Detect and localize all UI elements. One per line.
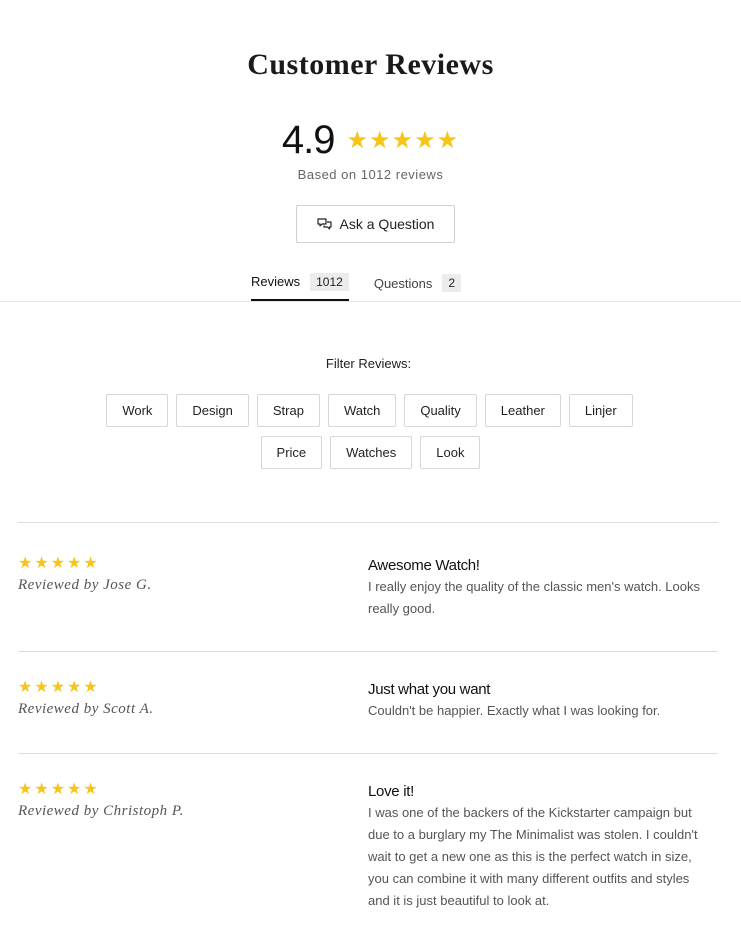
ask-question-button[interactable]: Ask a Question: [296, 205, 455, 243]
review-item: ★ ★ ★ ★ ★ Reviewed by Jose G. Awesome Wa…: [18, 522, 718, 651]
tab-reviews[interactable]: Reviews 1012: [251, 268, 349, 302]
review-stars: ★ ★ ★ ★ ★: [18, 782, 100, 798]
star-icon: ★: [34, 781, 49, 798]
star-icon: ★: [18, 679, 33, 696]
star-icon: ★: [67, 555, 82, 572]
star-icon: ★: [346, 126, 369, 154]
star-icon: ★: [18, 555, 33, 572]
filter-chip[interactable]: Quality: [404, 394, 477, 427]
filter-chip[interactable]: Design: [176, 394, 249, 427]
rating-summary: 4.9 ★ ★ ★ ★ ★: [0, 118, 741, 163]
review-list: ★ ★ ★ ★ ★ Reviewed by Jose G. Awesome Wa…: [18, 522, 718, 938]
filter-chip[interactable]: Watch: [327, 394, 397, 427]
review-item: ★ ★ ★ ★ ★ Reviewed by Christoph P. Love …: [18, 753, 718, 938]
star-icon: ★: [83, 781, 98, 798]
tab-label: Questions: [373, 275, 433, 291]
filter-chip[interactable]: Linjer: [568, 394, 633, 427]
review-stars: ★ ★ ★ ★ ★: [18, 556, 100, 572]
reviewer-name: Reviewed by Jose G.: [18, 577, 152, 593]
review-item: ★ ★ ★ ★ ★ Reviewed by Scott A. Just what…: [18, 651, 718, 753]
summary-stars: ★ ★ ★ ★ ★: [346, 126, 460, 154]
star-icon: ★: [50, 555, 66, 572]
filter-chip[interactable]: Leather: [484, 394, 561, 427]
ask-question-label: Ask a Question: [339, 216, 435, 232]
star-icon: ★: [83, 679, 98, 696]
review-body: I was one of the backers of the Kickstar…: [368, 805, 698, 908]
page-title: Customer Reviews: [247, 48, 494, 81]
review-body: I really enjoy the quality of the classi…: [368, 579, 700, 616]
star-icon: ★: [391, 126, 414, 154]
tab-count-badge: 1012: [310, 272, 349, 291]
star-icon: ★: [34, 555, 49, 572]
average-rating: 4.9: [281, 118, 336, 162]
tabs-divider: [0, 301, 741, 302]
tab-count-badge: 2: [442, 274, 462, 292]
reviewer-name: Reviewed by Christoph P.: [18, 803, 184, 819]
filter-chip[interactable]: Work: [106, 394, 169, 427]
filter-chips-row-2: Price Watches Look: [0, 436, 741, 469]
filter-chip[interactable]: Watches: [330, 436, 413, 469]
star-icon: ★: [67, 781, 82, 798]
star-icon: ★: [83, 555, 98, 572]
tab-label: Reviews: [251, 274, 301, 289]
star-icon: ★: [34, 679, 49, 696]
star-icon: ★: [50, 679, 66, 696]
filter-chip[interactable]: Strap: [256, 394, 320, 427]
review-title: Awesome Watch!: [368, 557, 480, 574]
filter-chip[interactable]: Look: [420, 436, 481, 469]
star-icon: ★: [436, 126, 459, 154]
star-icon: ★: [369, 126, 391, 154]
star-icon: ★: [67, 679, 82, 696]
filter-chips-row-1: Work Design Strap Watch Quality Leather …: [0, 394, 740, 427]
review-body: Couldn't be happier. Exactly what I was …: [368, 703, 661, 718]
review-count-text: Based on 1012 reviews: [297, 167, 444, 182]
reviewer-name: Reviewed by Scott A.: [18, 701, 154, 717]
chat-bubbles-icon: [316, 217, 332, 230]
filter-chip[interactable]: Price: [260, 436, 323, 469]
star-icon: ★: [414, 126, 436, 154]
filter-heading: Filter Reviews:: [325, 356, 412, 371]
review-tabs: Reviews 1012 Questions 2: [251, 268, 462, 302]
star-icon: ★: [18, 781, 33, 798]
review-stars: ★ ★ ★ ★ ★: [18, 680, 100, 696]
review-title: Love it!: [368, 783, 414, 800]
tab-questions[interactable]: Questions 2: [373, 268, 462, 298]
review-title: Just what you want: [368, 681, 491, 698]
star-icon: ★: [50, 781, 66, 798]
